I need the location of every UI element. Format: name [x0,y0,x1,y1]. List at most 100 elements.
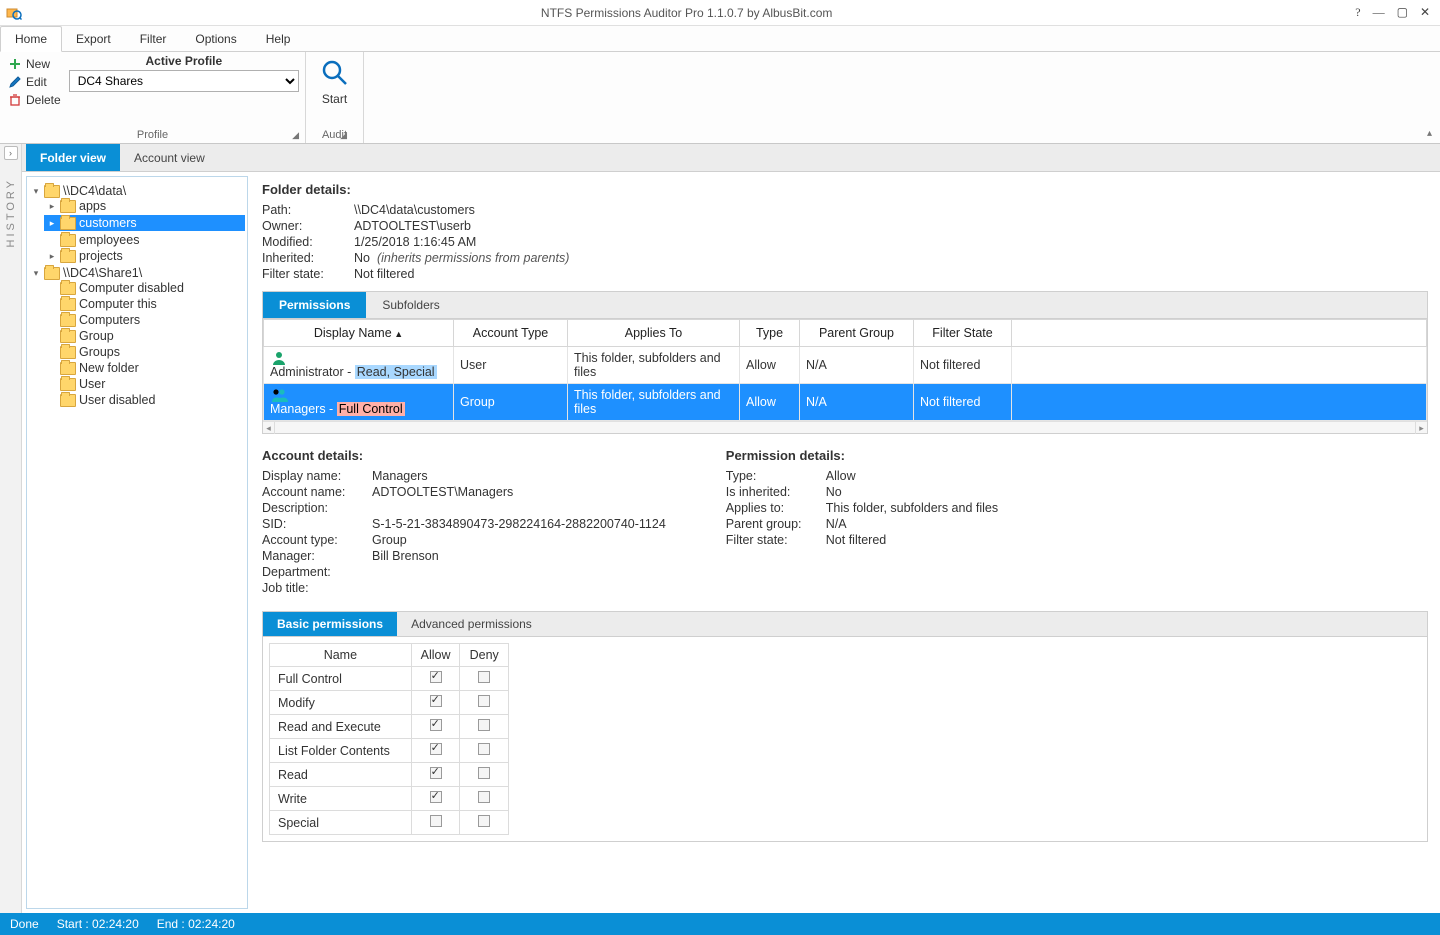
collapse-ribbon-icon[interactable]: ▴ [1427,128,1432,139]
bp-col-deny: Deny [460,644,509,667]
checkbox-allow[interactable] [430,815,442,827]
close-icon[interactable]: ✕ [1420,5,1430,20]
active-profile-select[interactable]: DC4 Shares [69,70,299,92]
col-display-name[interactable]: Display Name [264,320,454,347]
tab-basic-permissions[interactable]: Basic permissions [263,612,397,636]
table-row[interactable]: Managers - Full Control GroupThis folder… [264,384,1427,421]
new-button[interactable]: New [6,56,63,72]
tree-node[interactable]: ▸apps [47,199,245,213]
checkbox-deny[interactable] [478,719,490,731]
folder-icon [60,378,76,391]
minimize-icon[interactable]: — [1373,5,1385,20]
col-parent-group[interactable]: Parent Group [800,320,914,347]
tab-folder-view[interactable]: Folder view [26,144,120,171]
table-row[interactable]: Administrator - Read, Special UserThis f… [264,347,1427,384]
menu-home[interactable]: Home [0,26,62,52]
tab-advanced-permissions[interactable]: Advanced permissions [397,612,546,636]
maximize-icon[interactable]: ▢ [1397,5,1408,20]
checkbox-allow[interactable] [430,671,442,683]
tree-node[interactable]: User [47,377,245,391]
search-icon [320,58,350,88]
menu-filter[interactable]: Filter [126,26,182,51]
dialog-launcher-icon[interactable]: ◢ [340,130,347,141]
col-type[interactable]: Type [740,320,800,347]
expand-history-icon[interactable]: › [4,146,18,160]
edit-button[interactable]: Edit [6,74,63,90]
tree-node[interactable]: ▸projects [47,249,245,263]
permissions-table[interactable]: Display Name Account Type Applies To Typ… [263,319,1427,421]
user-icon [270,351,447,365]
tree-node-selected[interactable]: ▸customers [44,215,245,231]
window-title: NTFS Permissions Auditor Pro 1.1.0.7 by … [28,6,1345,20]
trash-icon [8,93,22,107]
checkbox-allow[interactable] [430,695,442,707]
tree-label: projects [79,249,123,263]
dialog-launcher-icon[interactable]: ◢ [292,130,299,141]
value-owner: ADTOOLTEST\userb [354,219,1428,233]
col-applies-to[interactable]: Applies To [568,320,740,347]
label-inherited: Inherited: [262,251,354,265]
col-filter-state[interactable]: Filter State [914,320,1012,347]
account-details-title: Account details: [262,448,666,463]
tree-node[interactable]: Group [47,329,245,343]
menu-help[interactable]: Help [252,26,306,51]
folder-icon [60,282,76,295]
audit-group-caption: Audit◢ [322,127,347,143]
tree-node[interactable]: ▾\\DC4\Share1\ [31,266,245,280]
menu-options[interactable]: Options [181,26,251,51]
app-icon [6,5,22,21]
checkbox-deny[interactable] [478,791,490,803]
tree-node[interactable]: employees [47,233,245,247]
start-label: Start [322,92,347,106]
col-account-type[interactable]: Account Type [454,320,568,347]
scroll-left-icon[interactable]: ◂ [263,422,275,434]
bp-tabs: Basic permissions Advanced permissions [262,611,1428,637]
menu-export[interactable]: Export [62,26,126,51]
checkbox-deny[interactable] [478,671,490,683]
folder-icon [60,314,76,327]
tree-node[interactable]: ▾\\DC4\data\ [31,184,245,198]
profile-group-caption: Profile◢ [6,127,299,143]
scroll-right-icon[interactable]: ▸ [1415,422,1427,434]
checkbox-allow[interactable] [430,719,442,731]
checkbox-deny[interactable] [478,743,490,755]
tree-label: \\DC4\data\ [63,184,126,198]
delete-label: Delete [26,93,61,107]
delete-button[interactable]: Delete [6,92,63,108]
checkbox-allow[interactable] [430,767,442,779]
tree-label: customers [79,216,137,230]
tree-node[interactable]: New folder [47,361,245,375]
tree-node[interactable]: Computers [47,313,245,327]
folder-icon [60,330,76,343]
folder-tree[interactable]: ▾\\DC4\data\ ▸apps ▸customers employees … [26,176,248,909]
checkbox-deny[interactable] [478,695,490,707]
checkbox-deny[interactable] [478,767,490,779]
help-icon[interactable]: ? [1355,5,1360,20]
tree-node[interactable]: Computer this [47,297,245,311]
table-row: Full Control [270,667,509,691]
checkbox-allow[interactable] [430,743,442,755]
ribbon-group-audit: Start Audit◢ [306,52,364,143]
table-row: Read [270,763,509,787]
tree-node[interactable]: Groups [47,345,245,359]
bp-name: Write [270,787,412,811]
tree-label: \\DC4\Share1\ [63,266,142,280]
menubar: Home Export Filter Options Help [0,26,1440,52]
tree-label: apps [79,199,106,213]
pencil-icon [8,75,22,89]
history-label: HISTORY [5,178,17,248]
checkbox-allow[interactable] [430,791,442,803]
tab-subfolders[interactable]: Subfolders [366,292,455,318]
tab-account-view[interactable]: Account view [120,144,219,171]
bp-col-allow: Allow [411,644,460,667]
tree-label: User disabled [79,393,155,407]
status-end: End : 02:24:20 [157,917,235,931]
new-label: New [26,57,50,71]
tree-node[interactable]: Computer disabled [47,281,245,295]
tab-permissions[interactable]: Permissions [263,292,366,318]
start-button[interactable]: Start [320,54,350,127]
h-scrollbar[interactable]: ◂▸ [263,421,1427,433]
checkbox-deny[interactable] [478,815,490,827]
folder-icon [60,362,76,375]
tree-node[interactable]: User disabled [47,393,245,407]
